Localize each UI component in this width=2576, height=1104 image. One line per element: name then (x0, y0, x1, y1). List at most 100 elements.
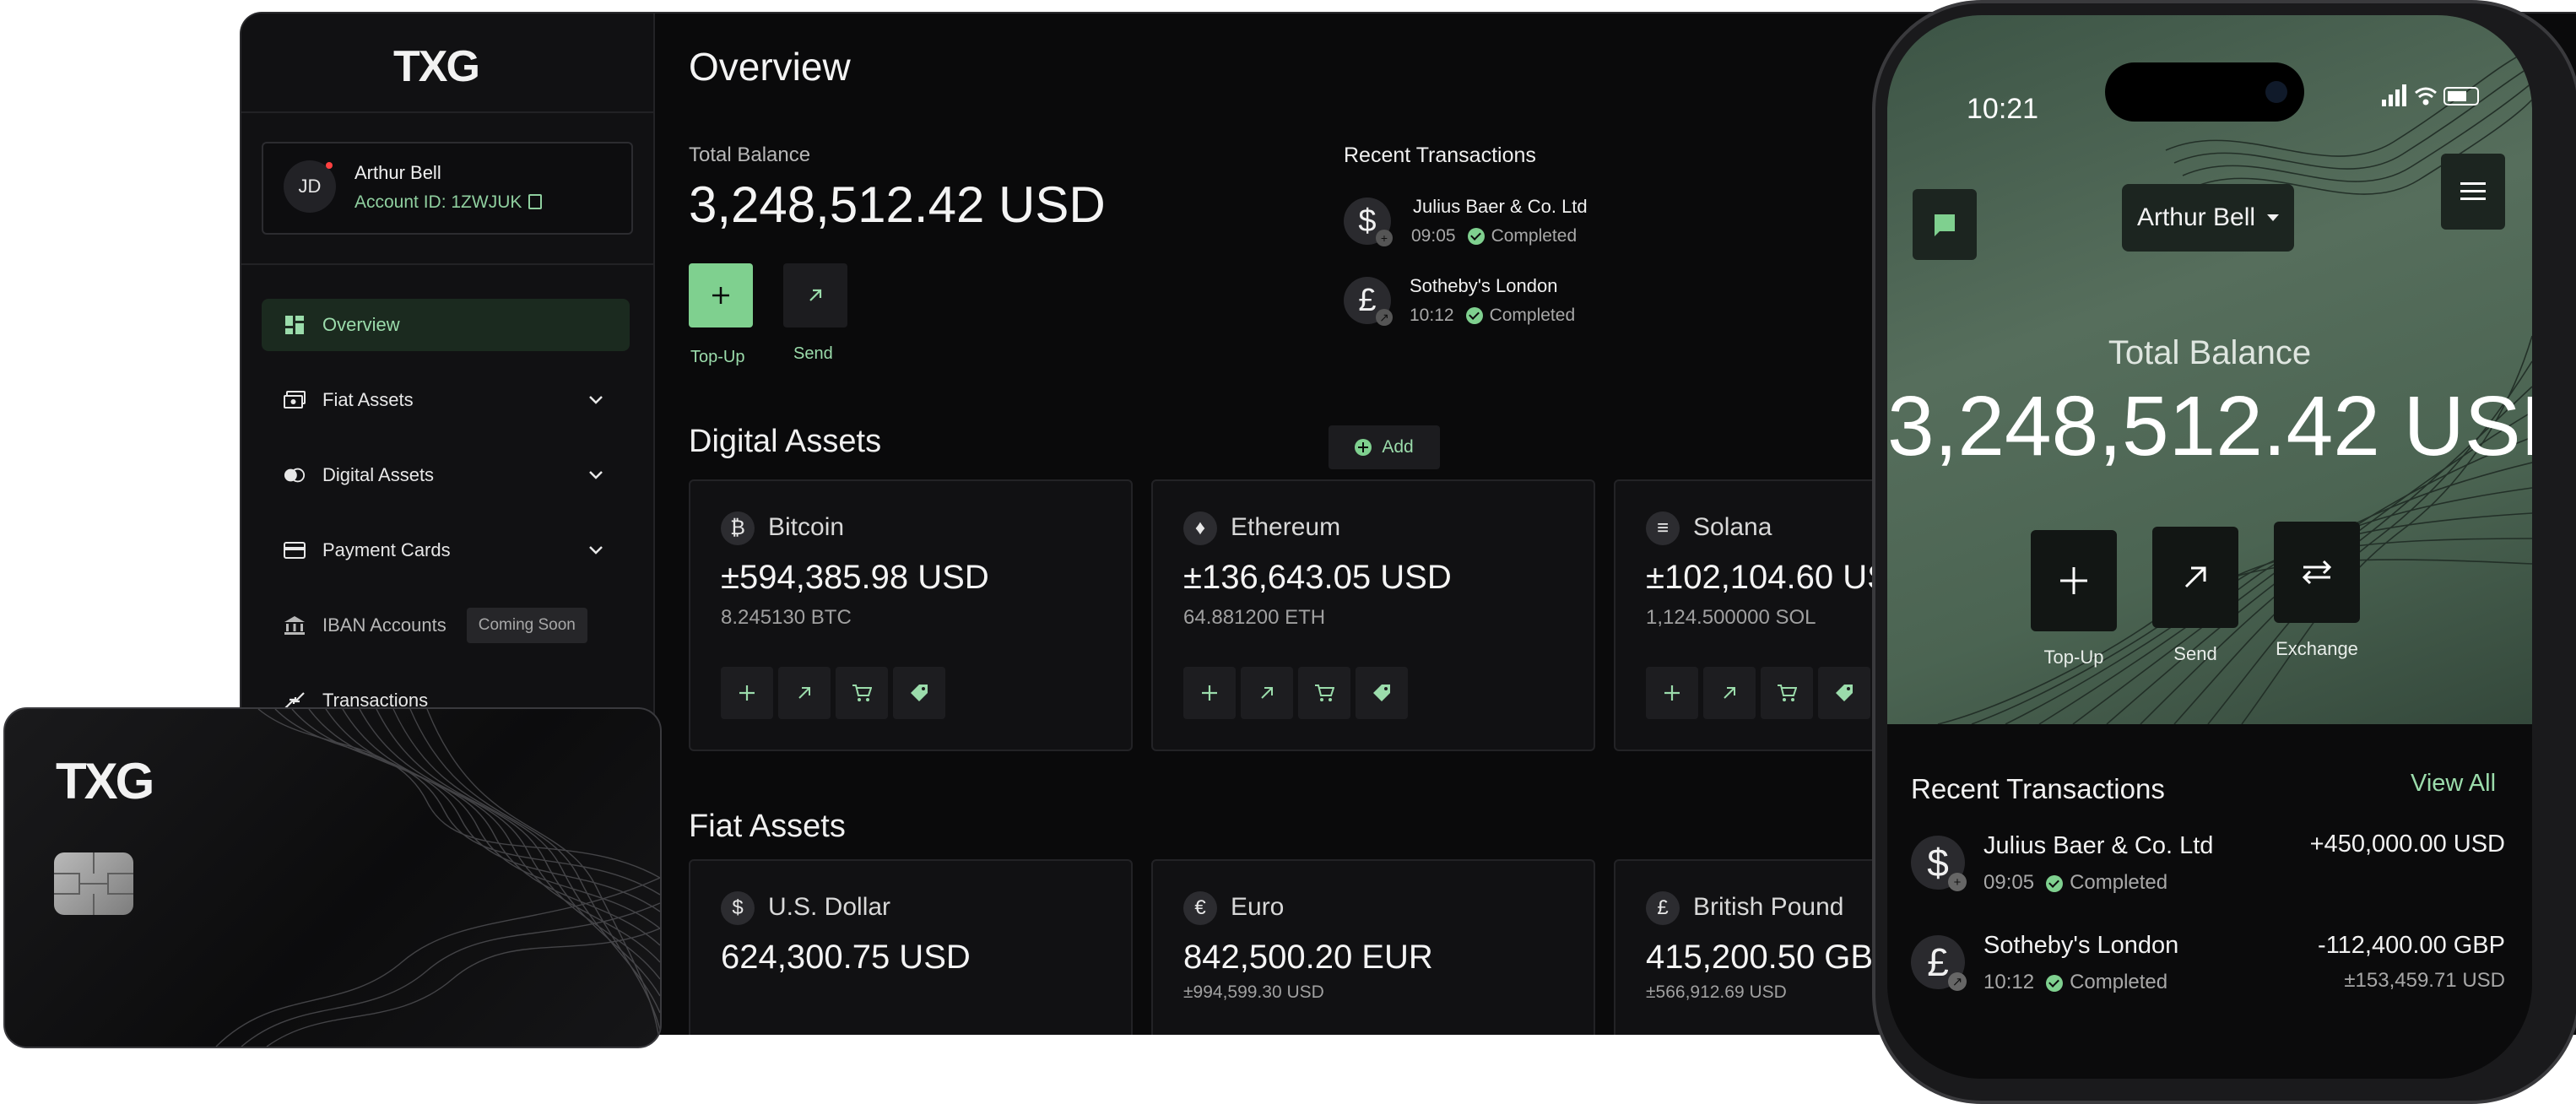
asset-sub-value: ±994,599.30 USD (1183, 982, 1324, 1002)
asset-card-bitcoin[interactable]: ₿ Bitcoin ±594,385.98 USD 8.245130 BTC (689, 479, 1133, 751)
phone-user-name: Arthur Bell (2136, 203, 2256, 231)
buy-button[interactable] (1183, 667, 1236, 719)
asset-value: 842,500.20 EUR (1183, 939, 1433, 976)
buy-button[interactable] (721, 667, 773, 719)
sell-button[interactable] (1356, 667, 1408, 719)
bitcoin-icon: ₿ (721, 511, 755, 545)
cart-icon (852, 685, 872, 701)
user-name: Arthur Bell (354, 162, 441, 183)
camera-icon (2265, 81, 2287, 103)
top-up-label: Top-Up (690, 348, 745, 366)
phone-total-balance-label: Total Balance (2108, 334, 2312, 371)
transaction-amount-converted: ±153,459.71 USD (2344, 969, 2505, 992)
sidebar-item-fiat-assets[interactable]: Fiat Assets (262, 374, 630, 426)
signal-icon (2382, 84, 2406, 106)
sidebar-divider (241, 263, 653, 265)
logo-text: TXG (393, 42, 479, 89)
plus-icon (1664, 685, 1680, 701)
sidebar-item-overview[interactable]: Overview (262, 299, 630, 351)
fiat-card-eur[interactable]: € Euro 842,500.20 EUR ±994,599.30 USD (1151, 859, 1595, 1035)
shop-button[interactable] (1761, 667, 1813, 719)
tag-icon (1373, 685, 1390, 701)
phone-action-label: Exchange (2276, 638, 2358, 659)
avatar-initials: JD (298, 176, 322, 197)
chevron-down-icon[interactable] (587, 541, 604, 558)
asset-value: ±594,385.98 USD (721, 559, 989, 596)
solana-icon: ≡ (1646, 511, 1680, 545)
sidebar-divider (241, 111, 653, 113)
menu-button[interactable] (2441, 154, 2505, 230)
asset-card-ethereum[interactable]: ♦ Ethereum ±136,643.05 USD 64.881200 ETH (1151, 479, 1595, 751)
pound-icon: £ ↗ (1911, 935, 1967, 991)
status-icons (2382, 84, 2479, 106)
card-txg-logo: TXG (56, 753, 154, 809)
account-id: Account ID: 1ZWJUK (354, 192, 522, 212)
shop-button[interactable] (836, 667, 888, 719)
arrow-badge-icon: ↗ (1376, 309, 1393, 326)
sell-button[interactable] (1818, 667, 1870, 719)
send-button[interactable] (783, 263, 847, 327)
dollar-icon: $ + (1911, 836, 1967, 891)
total-balance-label: Total Balance (689, 143, 811, 166)
recent-transactions-title: Recent Transactions (1344, 143, 1536, 167)
arrow-up-right-icon (1724, 687, 1735, 699)
currency-symbol: £ (1358, 282, 1377, 318)
transaction-time: 10:12 (1410, 306, 1454, 325)
phone-hero: 10:21 Arthur Bell Total Balance 3,248,51… (1887, 15, 2532, 724)
sell-button[interactable] (893, 667, 945, 719)
phone-send-button[interactable] (2152, 527, 2238, 628)
cart-icon (1778, 685, 1797, 701)
pound-icon: £ ↗ (1344, 277, 1393, 326)
copy-icon[interactable] (528, 194, 543, 209)
transaction-time: 10:12 (1983, 971, 2035, 993)
euro-icon: € (1183, 891, 1217, 925)
total-balance-value: 3,248,512.42 USD (689, 176, 1106, 233)
dollar-icon: $ (721, 891, 755, 925)
asset-name: Ethereum (1231, 513, 1341, 541)
tag-icon (1836, 685, 1853, 701)
transaction-status: Completed (1489, 306, 1576, 325)
ethereum-icon: ♦ (1183, 511, 1217, 545)
transaction-name: Julius Baer & Co. Ltd (1413, 196, 1588, 217)
view-all-link[interactable]: View All (2411, 770, 2496, 798)
send-button[interactable] (778, 667, 831, 719)
card-icon (284, 539, 306, 561)
plus-icon (2060, 567, 2087, 594)
phone-action-label: Top-Up (2043, 647, 2104, 668)
add-digital-asset-button[interactable]: Add (1329, 425, 1440, 469)
shop-button[interactable] (1298, 667, 1350, 719)
account-switcher[interactable]: Arthur Bell (2122, 184, 2294, 252)
transaction-status: Completed (2070, 871, 2168, 894)
sidebar-item-payment-cards[interactable]: Payment Cards (262, 524, 630, 576)
sidebar-item-iban-accounts[interactable]: IBAN Accounts Coming Soon (262, 599, 630, 652)
asset-name: Euro (1231, 893, 1285, 921)
currency-symbol: $ (1358, 203, 1377, 239)
asset-amount: 8.245130 BTC (721, 606, 852, 629)
currency-symbol: $ (1927, 841, 1949, 885)
cart-icon (1315, 685, 1334, 701)
digital-assets-title: Digital Assets (689, 424, 882, 459)
top-up-button[interactable] (689, 263, 753, 327)
add-label: Add (1382, 437, 1414, 457)
transaction-time: 09:05 (1411, 226, 1456, 246)
phone-exchange-button[interactable] (2274, 522, 2360, 623)
buy-button[interactable] (1646, 667, 1698, 719)
coins-icon (284, 464, 306, 486)
chat-button[interactable] (1913, 189, 1977, 260)
chevron-down-icon[interactable] (587, 466, 604, 483)
check-icon (2046, 875, 2064, 892)
user-card[interactable]: JD Arthur Bell Account ID: 1ZWJUK (262, 142, 633, 235)
phone-top-up-button[interactable] (2031, 530, 2117, 631)
send-label: Send (793, 344, 833, 363)
plus-badge-icon: + (1376, 230, 1393, 246)
plus-circle-icon (1355, 439, 1372, 456)
fiat-card-usd[interactable]: $ U.S. Dollar 624,300.75 USD (689, 859, 1133, 1035)
sidebar-item-digital-assets[interactable]: Digital Assets (262, 449, 630, 501)
transaction-name: Sotheby's London (1410, 275, 1558, 296)
transaction-amount: -112,400.00 GBP (2318, 932, 2505, 959)
send-button[interactable] (1703, 667, 1756, 719)
transaction-meta: 10:12 Completed (1410, 306, 1575, 326)
send-button[interactable] (1241, 667, 1293, 719)
check-icon (1465, 307, 1483, 324)
chevron-down-icon[interactable] (587, 391, 604, 408)
